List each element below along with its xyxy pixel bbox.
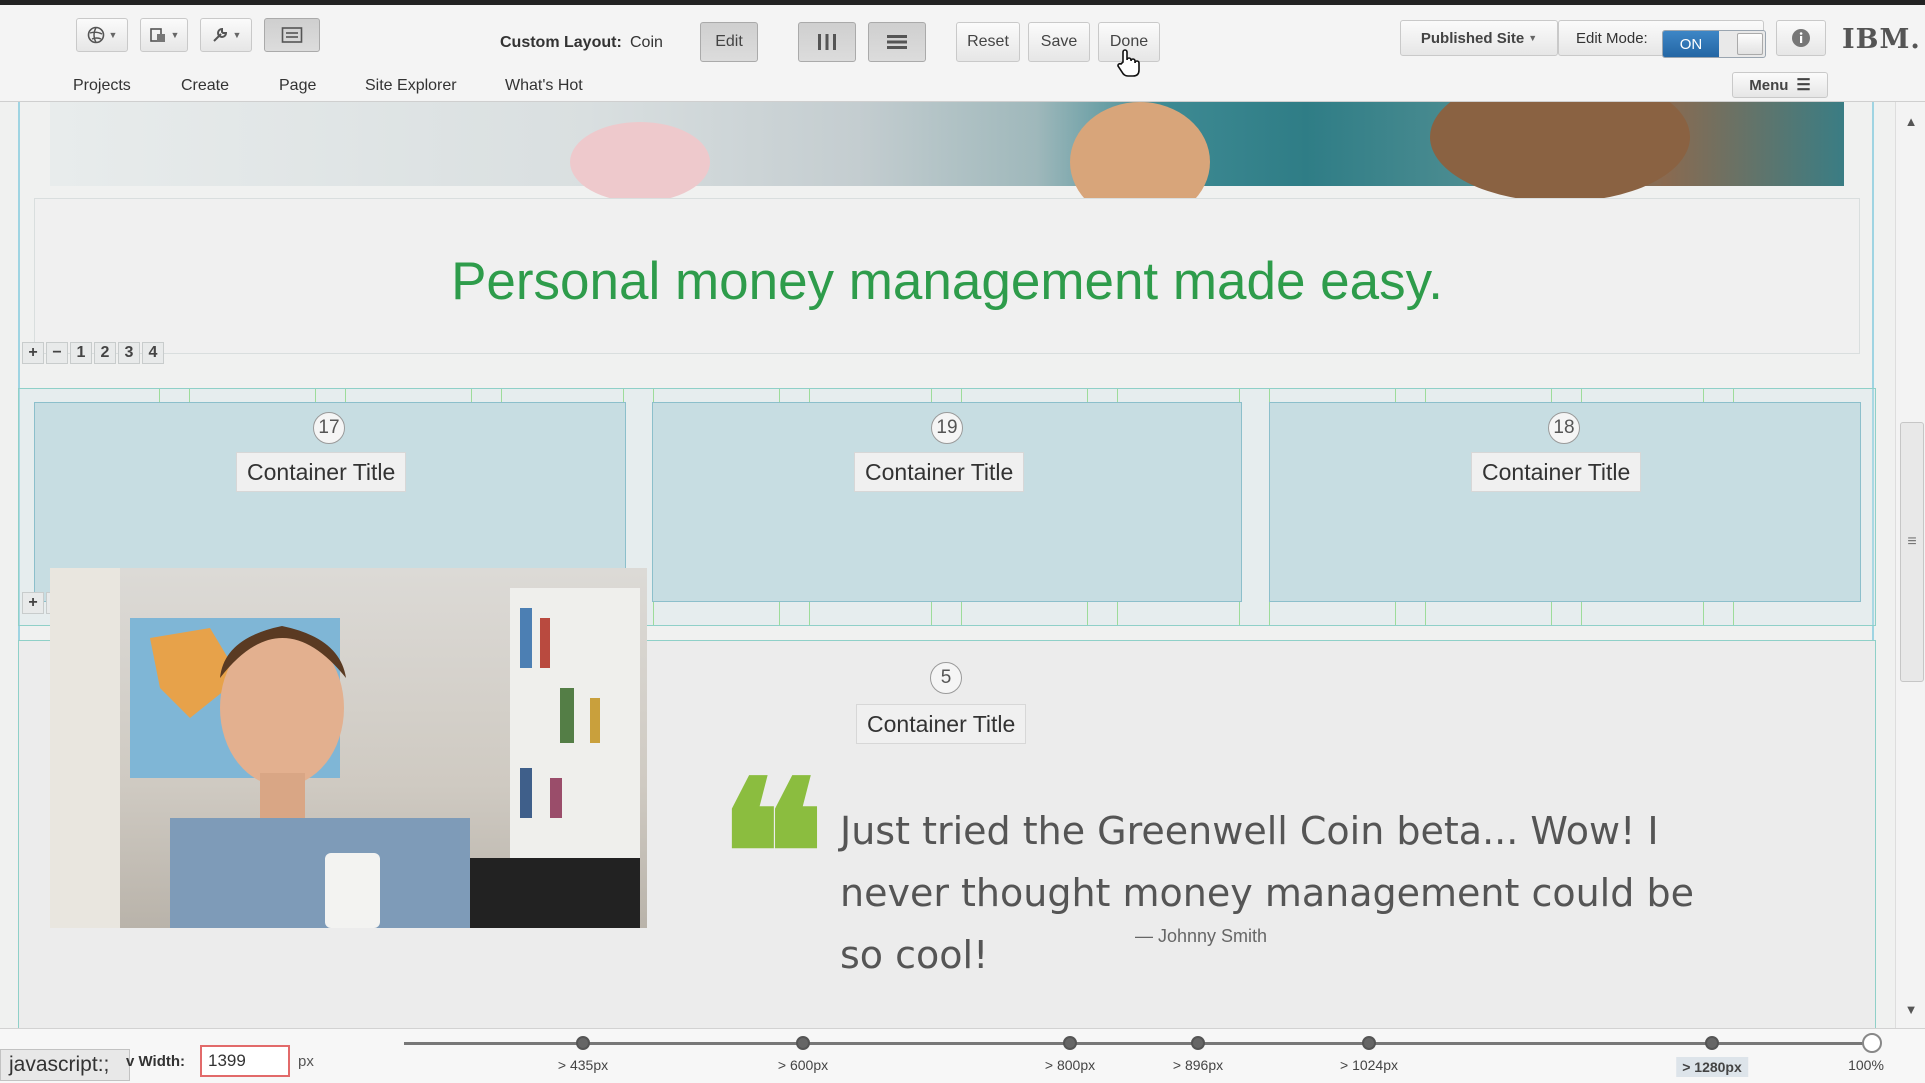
edit-button[interactable]: Edit bbox=[700, 22, 758, 62]
breakpoint-marker-1280[interactable] bbox=[1705, 1036, 1719, 1050]
column-layout-button[interactable] bbox=[798, 22, 856, 62]
viewport-width-label: v Width: bbox=[126, 1053, 186, 1070]
nav-whats-hot[interactable]: What's Hot bbox=[505, 77, 583, 95]
chevron-down-icon: ▼ bbox=[232, 30, 242, 40]
add-row-button[interactable]: + bbox=[22, 592, 44, 614]
testimonial-quote: Just tried the Greenwell Coin beta... Wo… bbox=[840, 809, 1694, 977]
edit-mode-on-label: ON bbox=[1663, 31, 1719, 57]
toolbar-row-nav: Projects Create Page Site Explorer What'… bbox=[0, 67, 1925, 101]
toggle-knob bbox=[1737, 33, 1763, 55]
tools-button[interactable]: ▼ bbox=[200, 18, 252, 52]
page-layout-button[interactable]: ▼ bbox=[140, 18, 188, 52]
ibm-logo: IBM. bbox=[1842, 24, 1921, 55]
breakpoint-slider-handle[interactable] bbox=[1862, 1033, 1882, 1053]
nav-create[interactable]: Create bbox=[181, 77, 229, 95]
viewport-width-input[interactable] bbox=[200, 1045, 290, 1077]
save-button[interactable]: Save bbox=[1028, 22, 1090, 62]
breakpoint-marker-800[interactable] bbox=[1063, 1036, 1077, 1050]
breakpoint-label-1024: > 1024px bbox=[1340, 1057, 1398, 1073]
breakpoint-marker-435[interactable] bbox=[576, 1036, 590, 1050]
container-title[interactable]: Container Title bbox=[236, 452, 407, 492]
wrench-icon bbox=[211, 26, 229, 44]
testimonial-author: — Johnny Smith bbox=[1135, 926, 1268, 946]
headline-container[interactable]: Personal money management made easy. bbox=[34, 198, 1860, 354]
remove-row-button[interactable]: − bbox=[46, 342, 68, 364]
container-title[interactable]: Container Title bbox=[1471, 452, 1642, 492]
nav-site-explorer[interactable]: Site Explorer bbox=[365, 77, 457, 95]
row-layout-3-button[interactable]: 3 bbox=[118, 342, 140, 364]
menu-label: Menu bbox=[1749, 76, 1789, 94]
reset-button[interactable]: Reset bbox=[956, 22, 1020, 62]
top-toolbar: ▼ ▼ ▼ Custom Layout: Coin Edit Reset Sav… bbox=[0, 0, 1925, 102]
container-title[interactable]: Container Title bbox=[856, 704, 1027, 744]
breakpoint-marker-1024[interactable] bbox=[1362, 1036, 1376, 1050]
scrollbar-thumb[interactable] bbox=[1900, 422, 1924, 682]
quote-mark-icon: ❝ bbox=[718, 737, 826, 972]
scroll-up-arrow-icon[interactable]: ▲ bbox=[1896, 106, 1925, 136]
edit-panel-button[interactable] bbox=[264, 18, 320, 52]
hero-image bbox=[50, 102, 1844, 222]
edit-mode-label: Edit Mode: bbox=[1576, 30, 1648, 47]
page-headline: Personal money management made easy. bbox=[451, 252, 1443, 311]
breakpoint-label-100-percent: 100% bbox=[1848, 1057, 1884, 1073]
chevron-down-icon: ▼ bbox=[108, 30, 118, 40]
page-copy-icon bbox=[149, 26, 167, 44]
bottom-bar: javascript:; v Width: px > 435px > 600px… bbox=[0, 1028, 1925, 1083]
nav-page[interactable]: Page bbox=[279, 77, 316, 95]
columns-icon bbox=[815, 32, 839, 52]
viewport-width-unit: px bbox=[298, 1053, 314, 1070]
container-title[interactable]: Container Title bbox=[854, 452, 1025, 492]
status-bar-text: javascript:; bbox=[0, 1049, 130, 1081]
menu-button[interactable]: Menu ☰ bbox=[1732, 72, 1828, 98]
row-layout-button[interactable] bbox=[868, 22, 926, 62]
breakpoint-marker-896[interactable] bbox=[1191, 1036, 1205, 1050]
vertical-scrollbar[interactable]: ▲ ▼ bbox=[1895, 102, 1925, 1028]
row-layout-2-button[interactable]: 2 bbox=[94, 342, 116, 364]
nav-projects[interactable]: Projects bbox=[73, 77, 131, 95]
container-number-badge: 19 bbox=[931, 412, 963, 444]
container-number-badge: 18 bbox=[1548, 412, 1580, 444]
breakpoint-marker-600[interactable] bbox=[796, 1036, 810, 1050]
chevron-down-icon: ▼ bbox=[170, 30, 180, 40]
info-button[interactable] bbox=[1776, 20, 1826, 56]
row-layout-4-button[interactable]: 4 bbox=[142, 342, 164, 364]
scroll-down-arrow-icon[interactable]: ▼ bbox=[1896, 994, 1925, 1024]
row-layout-1-button[interactable]: 1 bbox=[70, 342, 92, 364]
breakpoint-label-600: > 600px bbox=[777, 1057, 829, 1073]
custom-layout-value: Coin bbox=[630, 34, 663, 51]
info-icon bbox=[1790, 27, 1812, 49]
testimonial-photo bbox=[50, 568, 647, 928]
row-controls-top: + − 1 2 3 4 bbox=[22, 342, 164, 364]
breakpoint-label-435: > 435px bbox=[557, 1057, 609, 1073]
globe-icon bbox=[87, 26, 105, 44]
panel-icon bbox=[281, 26, 303, 44]
container-number-badge: 5 bbox=[930, 662, 962, 694]
add-row-button[interactable]: + bbox=[22, 342, 44, 364]
published-site-label: Published Site bbox=[1420, 29, 1525, 47]
container-number-badge: 17 bbox=[313, 412, 345, 444]
hamburger-icon: ☰ bbox=[1796, 77, 1811, 94]
toolbar-row-main: ▼ ▼ ▼ Custom Layout: Coin Edit Reset Sav… bbox=[0, 10, 1925, 77]
site-globe-button[interactable]: ▼ bbox=[76, 18, 128, 52]
breakpoint-label-800: > 800px bbox=[1044, 1057, 1096, 1073]
custom-layout-label: Custom Layout: bbox=[500, 34, 622, 51]
breakpoint-label-1280: > 1280px bbox=[1676, 1057, 1748, 1077]
chevron-down-icon: ▼ bbox=[1528, 33, 1538, 43]
rows-icon bbox=[885, 32, 909, 52]
breakpoint-label-896: > 896px bbox=[1172, 1057, 1224, 1073]
edit-mode-toggle[interactable]: ON bbox=[1662, 30, 1766, 58]
breakpoint-slider-track[interactable] bbox=[404, 1042, 1874, 1045]
published-site-dropdown[interactable]: Published Site ▼ bbox=[1400, 20, 1558, 56]
